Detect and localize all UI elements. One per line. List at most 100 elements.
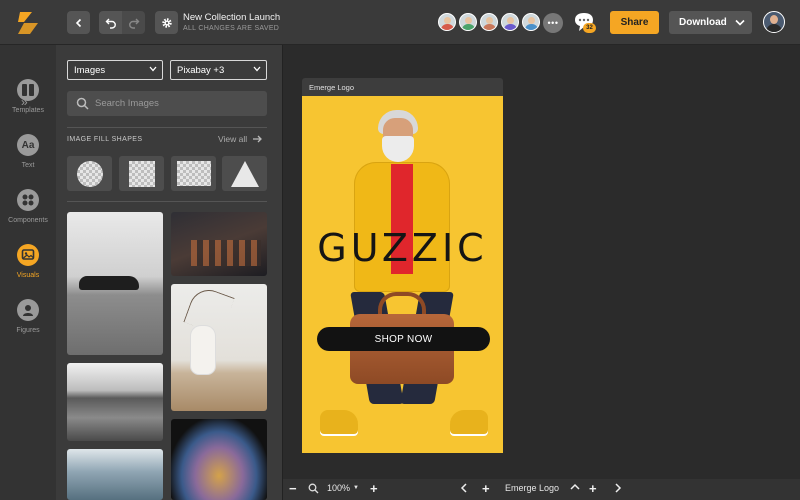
- avatar-body: [441, 24, 454, 30]
- shop-now-button[interactable]: SHOP NOW: [317, 327, 490, 351]
- avatar-head: [486, 17, 493, 24]
- window-lights: [191, 240, 261, 266]
- settings-button[interactable]: [155, 11, 178, 34]
- chevron-right-icon: [615, 483, 622, 493]
- rail-item-visuals[interactable]: Visuals: [0, 244, 56, 279]
- collaborator-avatar[interactable]: [522, 13, 540, 31]
- more-collaborators-button[interactable]: •••: [543, 13, 563, 33]
- download-button[interactable]: Download: [669, 11, 752, 34]
- triangle-shape-tile[interactable]: [222, 156, 267, 191]
- figures-icon: [17, 299, 39, 321]
- rectangle-shape-tile[interactable]: [171, 156, 216, 191]
- image-source-select[interactable]: Pixabay +3: [170, 60, 267, 80]
- rail-label: Visuals: [16, 272, 40, 279]
- components-icon: [17, 189, 39, 211]
- image-thumbnail-building[interactable]: [171, 212, 267, 276]
- image-type-select[interactable]: Images: [67, 60, 163, 80]
- zoom-in-button[interactable]: +: [370, 481, 378, 496]
- image-thumbnail-bubble[interactable]: [171, 419, 267, 500]
- model-beard: [382, 136, 414, 162]
- view-all-link[interactable]: View all: [218, 134, 263, 144]
- chevron-up-icon: [570, 483, 580, 490]
- document-title[interactable]: New Collection Launch: [183, 12, 280, 23]
- visuals-panel: Images Pixabay +3 IMAGE FILL SHAPES View…: [56, 45, 282, 500]
- collaborator-avatar[interactable]: [501, 13, 519, 31]
- image-thumbnail-car[interactable]: [67, 212, 163, 355]
- add-page-before-button[interactable]: +: [482, 481, 490, 496]
- image-thumbnail-chairs[interactable]: [67, 449, 163, 500]
- rail-label: Figures: [16, 327, 40, 334]
- redo-icon: [128, 18, 139, 29]
- collaborator-avatar[interactable]: [459, 13, 477, 31]
- image-search: [67, 91, 267, 116]
- left-shoe: [320, 410, 358, 434]
- plus-icon: +: [370, 481, 378, 496]
- visuals-icon: [17, 244, 39, 266]
- search-input[interactable]: [95, 96, 260, 110]
- shapes-section-title: IMAGE FILL SHAPES: [67, 136, 143, 143]
- undo-button[interactable]: [99, 11, 122, 34]
- chevron-left-icon: [460, 483, 467, 493]
- plus-icon: +: [482, 481, 490, 496]
- avatar-body: [483, 24, 496, 30]
- prev-page-button[interactable]: [460, 483, 468, 493]
- templates-icon: [17, 79, 39, 101]
- chevron-down-icon: [149, 66, 157, 72]
- design-frame[interactable]: GUZZIC SHOP NOW: [302, 96, 503, 453]
- divider: [67, 201, 267, 202]
- avatar-body: [462, 24, 475, 30]
- image-source-value: Pixabay +3: [177, 65, 225, 76]
- image-thumbnail-lake[interactable]: [67, 363, 163, 441]
- zoom-icon-button[interactable]: [308, 483, 319, 494]
- view-all-label: View all: [218, 134, 248, 144]
- next-page-button[interactable]: [614, 483, 622, 493]
- redo-button[interactable]: [122, 11, 145, 34]
- arrow-right-icon: [253, 135, 263, 143]
- circle-shape-icon: [76, 160, 103, 187]
- back-button[interactable]: [67, 11, 90, 34]
- right-shoe: [450, 410, 488, 434]
- chevron-down-icon: [253, 66, 261, 72]
- vase-shape: [191, 326, 215, 374]
- image-type-value: Images: [74, 65, 106, 76]
- car-shape: [79, 276, 139, 290]
- collaborator-avatar[interactable]: [480, 13, 498, 31]
- user-avatar[interactable]: [763, 11, 785, 33]
- page-menu-button[interactable]: [570, 483, 580, 491]
- square-shape-tile[interactable]: [119, 156, 164, 191]
- app-logo-icon[interactable]: [14, 9, 42, 37]
- avatar-head: [465, 17, 472, 24]
- collaborator-avatar[interactable]: [438, 13, 456, 31]
- minus-icon: −: [289, 481, 297, 496]
- text-icon: Aa: [17, 134, 39, 156]
- gear-icon: [161, 17, 172, 28]
- add-page-after-button[interactable]: +: [589, 482, 597, 495]
- bottom-toolbar: − 100% ▼ + + Emerge Logo +: [283, 479, 800, 500]
- avatar-body: [525, 24, 538, 30]
- rectangle-shape-icon: [176, 161, 211, 186]
- rail-label: Components: [8, 217, 48, 224]
- rail-item-text[interactable]: Aa Text: [0, 134, 56, 169]
- circle-shape-tile[interactable]: [67, 156, 112, 191]
- search-icon: [76, 97, 89, 110]
- collaborator-avatars: •••: [438, 13, 563, 33]
- chevron-left-icon: [75, 18, 81, 27]
- rail-item-figures[interactable]: Figures: [0, 299, 56, 334]
- rail-label: Text: [21, 162, 35, 169]
- share-button[interactable]: Share: [610, 11, 659, 34]
- avatar-head: [507, 17, 514, 24]
- rail-item-components[interactable]: Components: [0, 189, 56, 224]
- brand-text[interactable]: GUZZIC: [302, 226, 503, 270]
- square-shape-icon: [128, 160, 155, 187]
- left-rail: » Templates Aa Text Components Visuals F…: [0, 45, 56, 500]
- image-thumbnail-vase[interactable]: [171, 284, 267, 411]
- design-frame-label[interactable]: Emerge Logo: [302, 78, 503, 96]
- zoom-out-button[interactable]: −: [289, 481, 297, 496]
- rail-item-templates[interactable]: Templates: [0, 79, 56, 114]
- zoom-level-select[interactable]: 100% ▼: [327, 483, 359, 493]
- top-bar: New Collection Launch ALL CHANGES ARE SA…: [0, 0, 800, 45]
- comment-count-badge: 32: [583, 23, 596, 33]
- undo-icon: [105, 18, 116, 29]
- avatar-head: [528, 17, 535, 24]
- page-name[interactable]: Emerge Logo: [505, 483, 559, 493]
